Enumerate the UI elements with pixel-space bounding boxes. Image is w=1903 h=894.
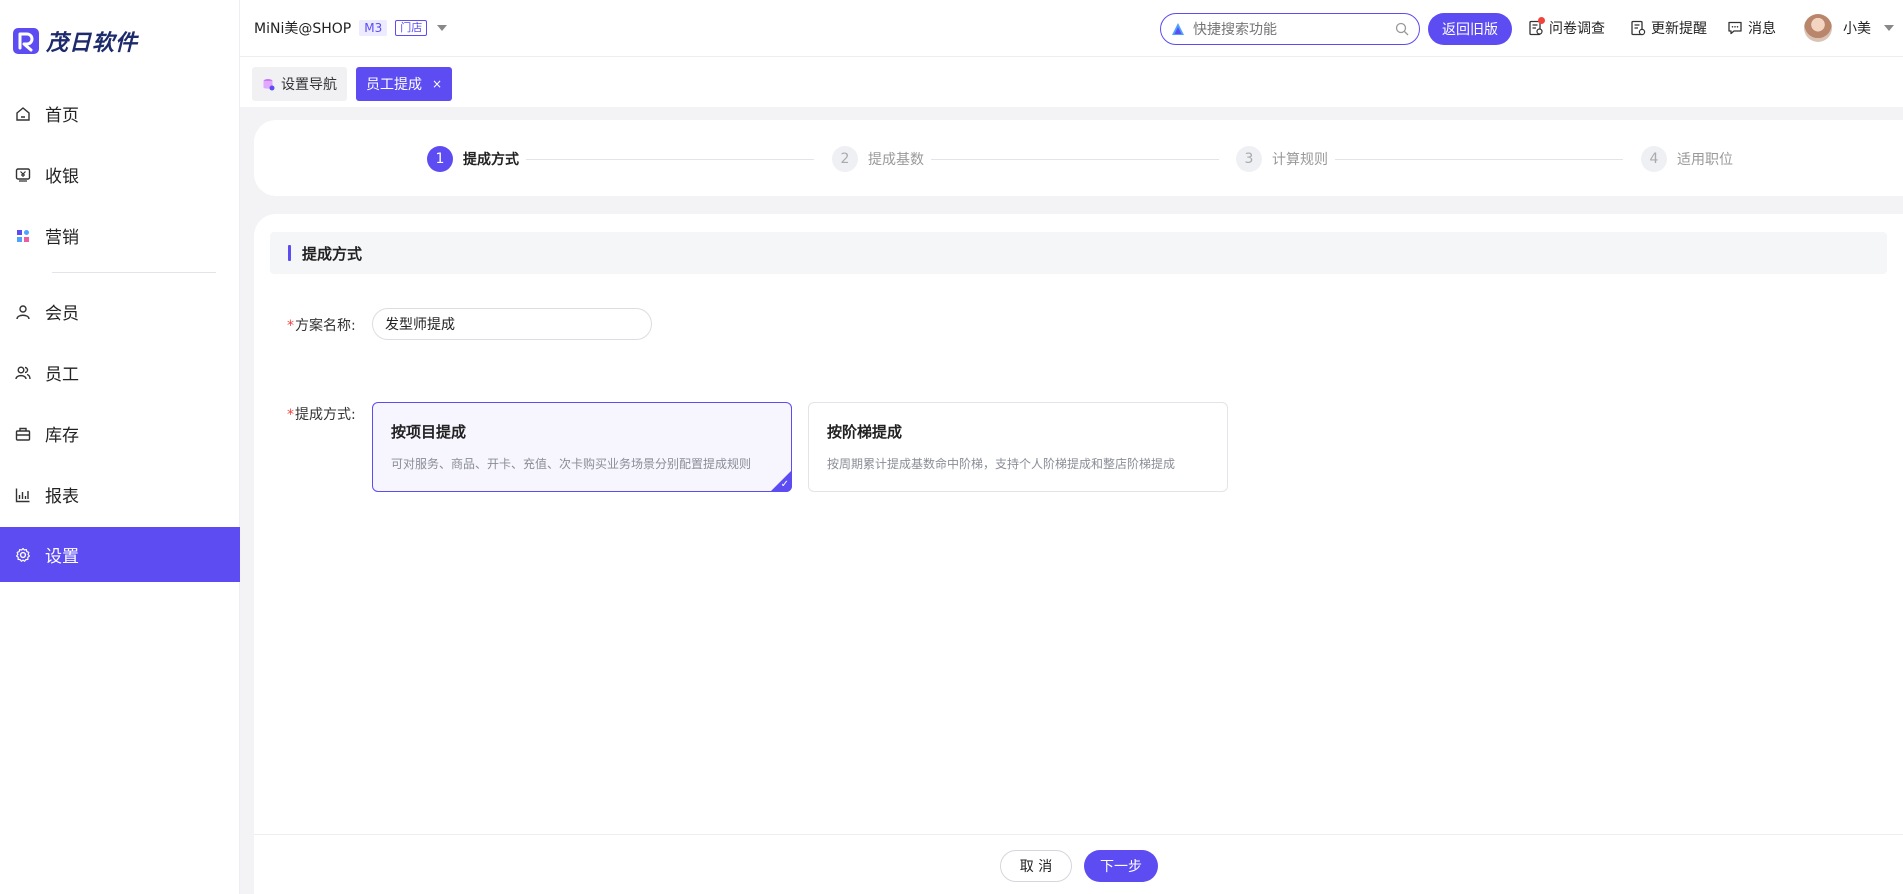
sidebar-item-label: 库存 (45, 426, 79, 446)
plan-name-label: *方案名称: (287, 315, 356, 335)
tab-settings-nav[interactable]: 设置导航 (252, 67, 347, 101)
step-number: 3 (1236, 146, 1262, 172)
sidebar: 茂日软件 首页 收银 营销 会员 员工 库存 报表 设置 (0, 0, 240, 894)
step-number: 2 (832, 146, 858, 172)
step-number: 4 (1641, 146, 1667, 172)
step-label: 适用职位 (1677, 152, 1733, 168)
search-brand-icon (1172, 23, 1184, 35)
message-icon (1727, 20, 1743, 36)
top-bar: MiNi美@SHOP M3 门店 返回旧版 问卷调查 更新提醒 消息 小美 (240, 0, 1903, 57)
tab-staff-commission[interactable]: 员工提成 × (356, 67, 453, 101)
update-icon (1630, 20, 1646, 36)
brand-logo[interactable]: 茂日软件 (12, 24, 138, 58)
form-card: 提成方式 *方案名称: 发型师提成 *提成方式: 按项目提成 可对服务、商品、开… (254, 214, 1903, 894)
tab-bar: 设置导航 员工提成 × (240, 57, 1903, 107)
report-icon (15, 487, 31, 503)
back-to-old-version-button[interactable]: 返回旧版 (1428, 13, 1512, 45)
sidebar-item-label: 报表 (45, 487, 79, 507)
sidebar-item-label: 设置 (45, 547, 79, 567)
sidebar-item-cashier[interactable]: 收银 (0, 147, 240, 202)
member-icon (15, 304, 31, 320)
survey-label: 问卷调查 (1549, 21, 1605, 37)
search-input[interactable] (1193, 21, 1387, 37)
shop-switcher[interactable]: MiNi美@SHOP M3 门店 (254, 18, 448, 38)
sidebar-item-settings[interactable]: 设置 (0, 527, 240, 582)
step-3: 3 计算规则 (1236, 146, 1328, 172)
step-label: 计算规则 (1272, 152, 1328, 168)
inventory-icon (15, 426, 31, 442)
search-box[interactable] (1160, 13, 1420, 45)
chevron-down-icon[interactable] (437, 25, 448, 31)
option-description: 可对服务、商品、开卡、充值、次卡购买业务场景分别配置提成规则 (391, 457, 752, 471)
home-icon (15, 106, 31, 122)
label-text: 方案名称: (295, 318, 356, 334)
gear-icon (15, 547, 31, 563)
logo-icon (13, 28, 39, 54)
sidebar-item-member[interactable]: 会员 (0, 284, 240, 339)
messages-label: 消息 (1748, 21, 1776, 37)
updates-link[interactable]: 更新提醒 (1630, 18, 1707, 38)
required-mark: * (287, 318, 294, 334)
sidebar-item-report[interactable]: 报表 (0, 467, 240, 522)
option-description: 按周期累计提成基数命中阶梯，支持个人阶梯提成和整店阶梯提成 (827, 457, 1176, 471)
footer-divider (254, 834, 1903, 835)
step-connector (931, 159, 1219, 160)
option-by-tier[interactable]: 按阶梯提成 按周期累计提成基数命中阶梯，支持个人阶梯提成和整店阶梯提成 (808, 402, 1228, 492)
option-title: 按项目提成 (391, 423, 467, 441)
step-4: 4 适用职位 (1641, 146, 1733, 172)
section-title: 提成方式 (302, 244, 363, 263)
sidebar-item-label: 首页 (45, 106, 79, 126)
next-step-button[interactable]: 下一步 (1084, 850, 1158, 882)
plan-name-input[interactable]: 发型师提成 (372, 308, 652, 340)
plan-tag: M3 (359, 20, 388, 36)
sidebar-item-label: 营销 (45, 228, 79, 248)
notification-dot (1538, 17, 1545, 24)
staff-icon (15, 365, 31, 381)
avatar (1804, 14, 1832, 42)
step-connector (526, 159, 814, 160)
user-menu[interactable]: 小美 (1804, 14, 1894, 42)
option-title: 按阶梯提成 (827, 423, 903, 441)
commission-method-label: *提成方式: (287, 404, 356, 424)
label-text: 提成方式: (295, 407, 356, 423)
sidebar-item-inventory[interactable]: 库存 (0, 406, 240, 461)
survey-link[interactable]: 问卷调查 (1528, 17, 1605, 38)
database-icon (263, 78, 275, 90)
step-number: 1 (427, 146, 453, 172)
sidebar-divider (52, 272, 216, 273)
sidebar-item-staff[interactable]: 员工 (0, 345, 240, 400)
step-label: 提成基数 (868, 152, 924, 168)
required-mark: * (287, 407, 294, 423)
step-2: 2 提成基数 (832, 146, 924, 172)
sidebar-item-home[interactable]: 首页 (0, 86, 240, 141)
chevron-down-icon (1884, 25, 1894, 31)
sidebar-item-marketing[interactable]: 营销 (0, 208, 240, 263)
steps-card: 1 提成方式 2 提成基数 3 计算规则 4 适用职位 (254, 120, 1903, 196)
search-icon[interactable] (1395, 22, 1409, 36)
survey-icon (1528, 17, 1545, 36)
step-label: 提成方式 (463, 152, 519, 168)
tab-label: 员工提成 (366, 77, 422, 93)
step-connector (1335, 159, 1623, 160)
messages-link[interactable]: 消息 (1727, 18, 1776, 38)
marketing-icon (15, 228, 31, 244)
shop-name: MiNi美@SHOP (254, 21, 352, 37)
cashier-icon (15, 167, 31, 183)
cancel-button[interactable]: 取 消 (1000, 850, 1072, 882)
section-header: 提成方式 (270, 232, 1887, 274)
close-icon[interactable]: × (432, 77, 442, 91)
user-name: 小美 (1843, 21, 1871, 37)
plan-name-value: 发型师提成 (385, 317, 455, 333)
store-tag: 门店 (395, 20, 428, 36)
option-by-item[interactable]: 按项目提成 可对服务、商品、开卡、充值、次卡购买业务场景分别配置提成规则 ✓ (372, 402, 792, 492)
check-icon: ✓ (780, 479, 789, 490)
tab-label: 设置导航 (281, 77, 337, 93)
sidebar-item-label: 收银 (45, 167, 79, 187)
sidebar-item-label: 会员 (45, 304, 79, 324)
updates-label: 更新提醒 (1651, 21, 1707, 37)
step-1: 1 提成方式 (427, 146, 519, 172)
sidebar-item-label: 员工 (45, 365, 79, 385)
brand-name: 茂日软件 (46, 30, 139, 56)
